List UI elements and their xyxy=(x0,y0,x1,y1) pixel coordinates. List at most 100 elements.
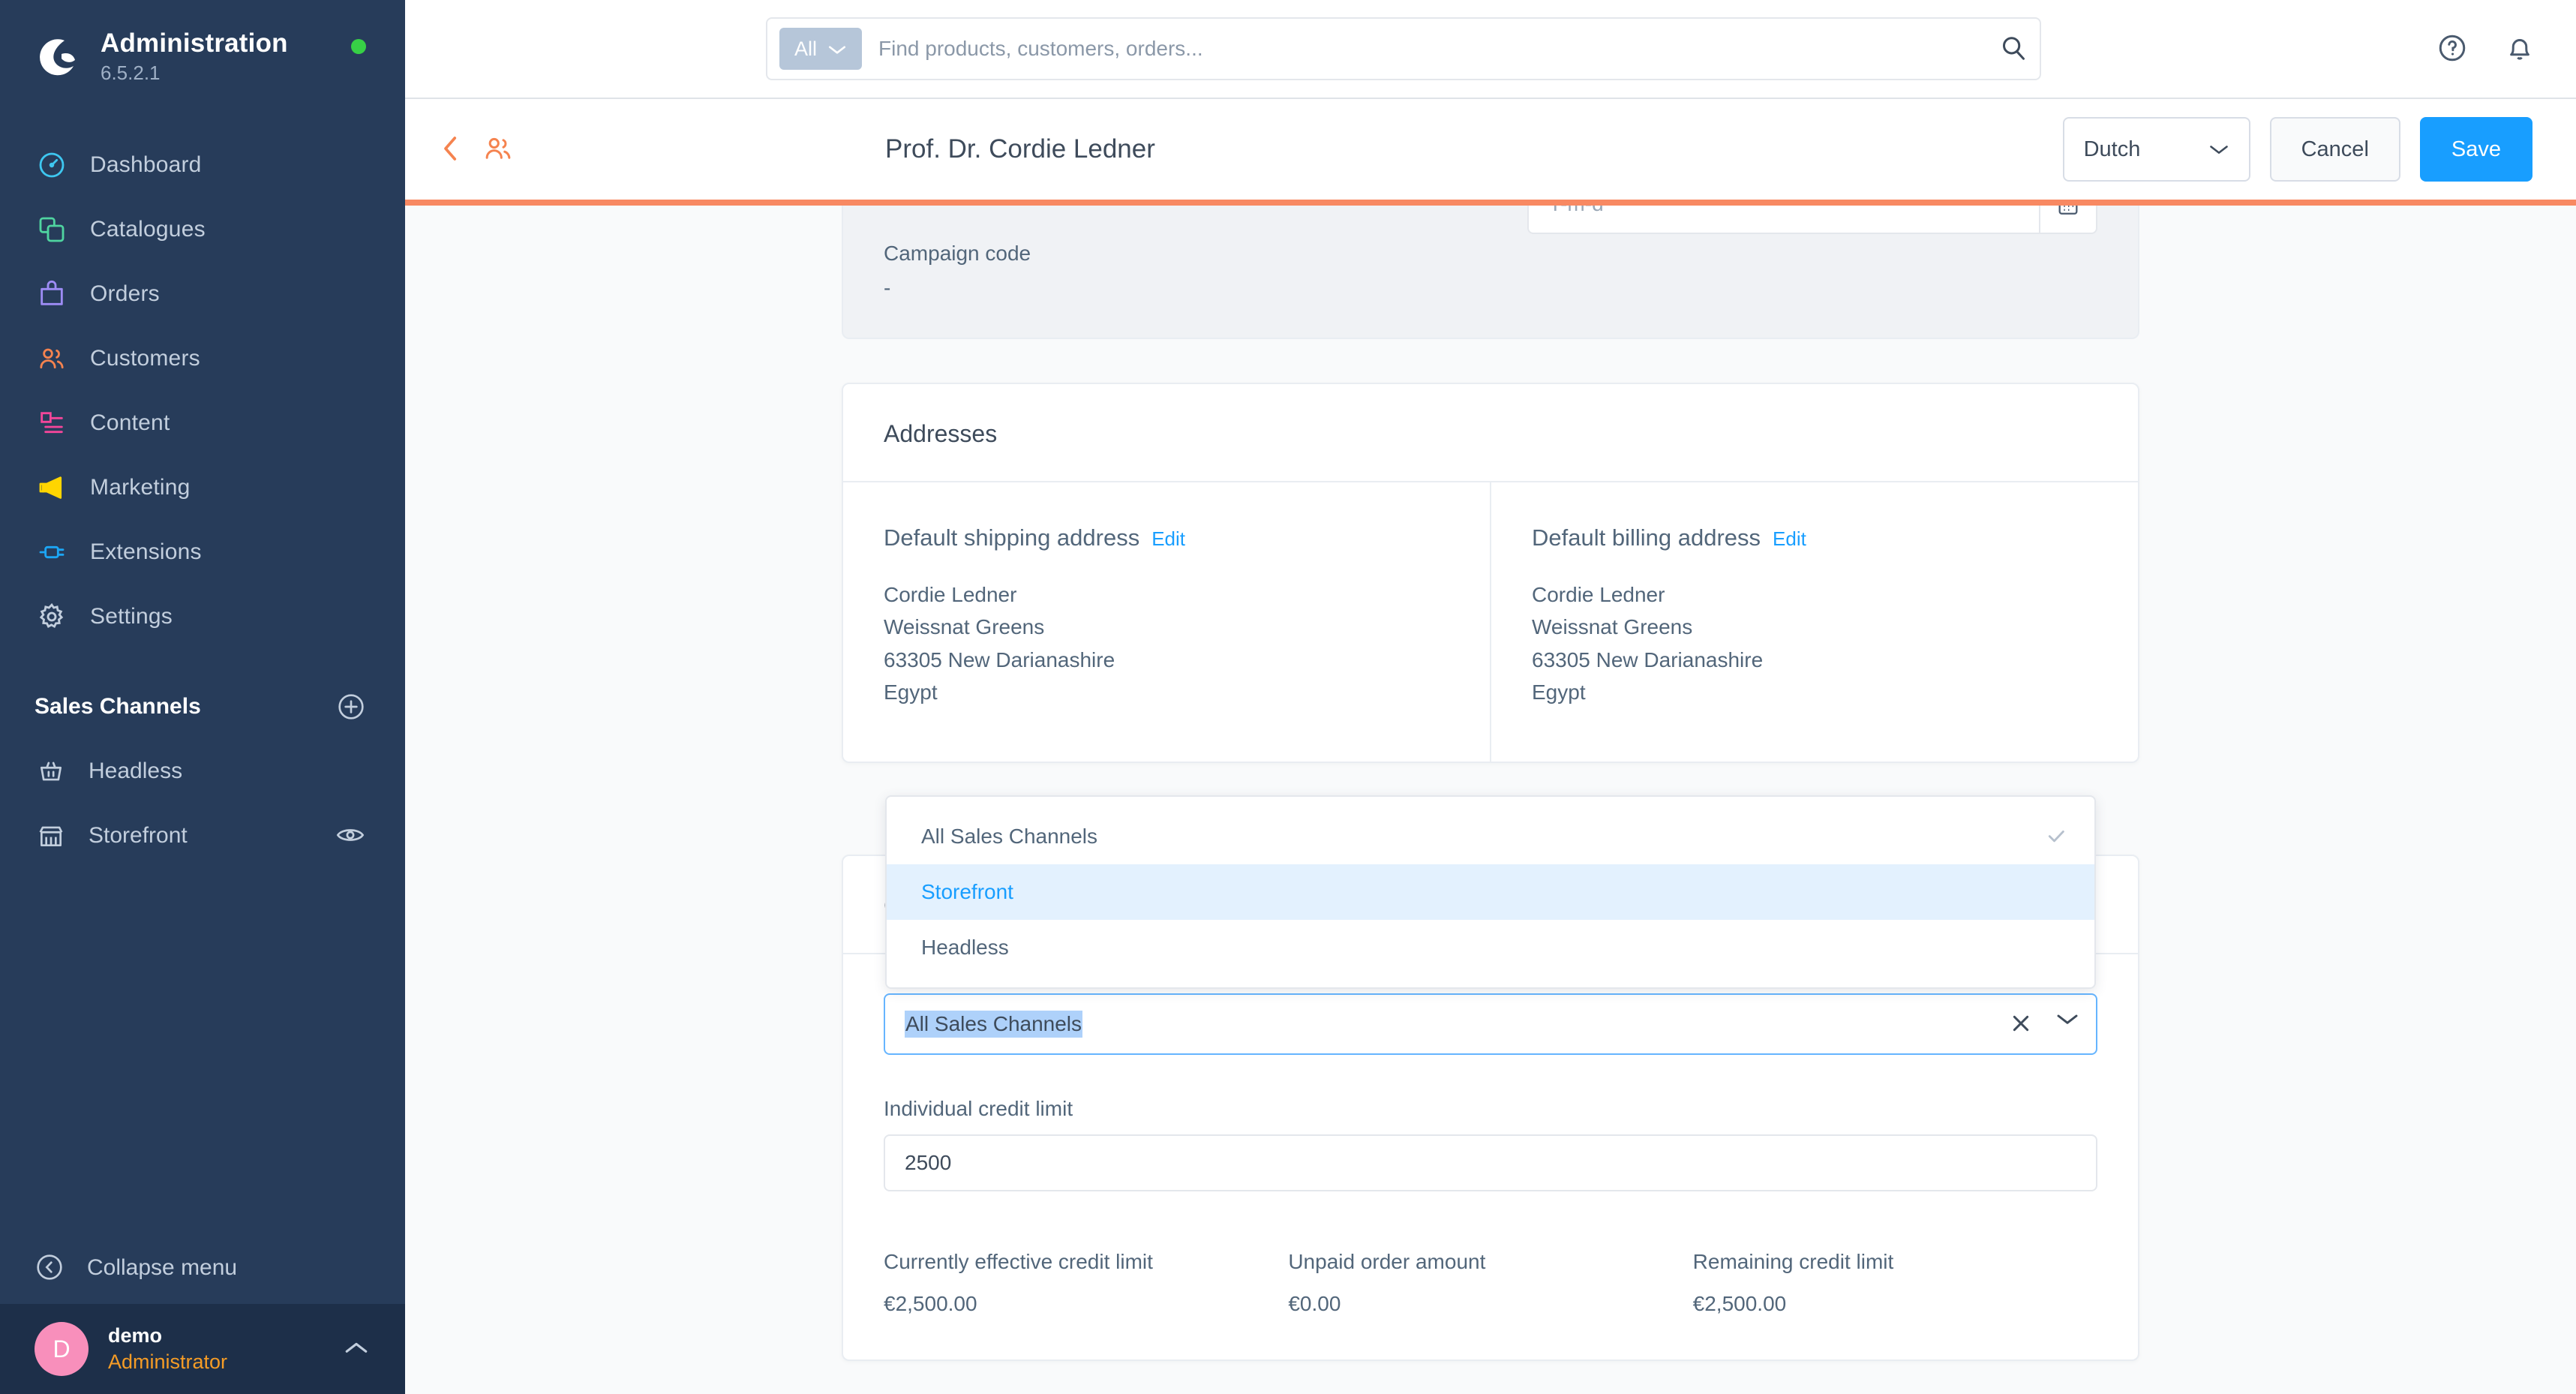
sidebar-item-marketing[interactable]: Marketing xyxy=(0,455,405,520)
shipping-address-lines: Cordie Ledner Weissnat Greens 63305 New … xyxy=(884,578,1449,709)
address-line: Cordie Ledner xyxy=(1532,583,1665,606)
plus-circle-icon[interactable] xyxy=(336,692,366,722)
cancel-button[interactable]: Cancel xyxy=(2269,117,2400,182)
content-icon xyxy=(35,406,69,440)
close-icon[interactable] xyxy=(2009,1011,2034,1037)
topbar: All xyxy=(405,0,2576,99)
stat-value: €2,500.00 xyxy=(1692,1291,1787,1315)
language-select[interactable]: Dutch xyxy=(2062,117,2250,182)
content-inner: Campaign code - Addresses Default shippi… xyxy=(842,206,2139,1394)
sidebar-item-orders[interactable]: Orders xyxy=(0,262,405,326)
sidebar-item-extensions[interactable]: Extensions xyxy=(0,520,405,584)
sidebar-item-settings[interactable]: Settings xyxy=(0,584,405,649)
billing-address-label: Default billing address xyxy=(1532,524,1761,551)
status-indicator-dot xyxy=(351,39,366,54)
content-scroll-area[interactable]: Campaign code - Addresses Default shippi… xyxy=(405,206,2576,1394)
bell-icon[interactable] xyxy=(2504,32,2537,65)
stat-label: Unpaid order amount xyxy=(1288,1249,1486,1273)
credit-stats: Currently effective credit limit €2,500.… xyxy=(884,1250,2097,1316)
search-icon[interactable] xyxy=(1999,34,2029,64)
collapse-menu-button[interactable]: Collapse menu xyxy=(0,1232,405,1304)
sidebar-item-catalogues[interactable]: Catalogues xyxy=(0,197,405,262)
extensions-icon xyxy=(35,535,69,569)
customers-icon xyxy=(482,133,518,166)
global-search: All xyxy=(766,17,2041,80)
sidebar-item-label: Content xyxy=(90,410,170,436)
dropdown-option-label: All Sales Channels xyxy=(921,824,1098,848)
shopware-logo-icon xyxy=(35,35,81,81)
loading-progress-bar xyxy=(405,200,2576,206)
sales-channel-select-value: All Sales Channels xyxy=(905,1010,1083,1038)
eye-icon[interactable] xyxy=(336,825,366,847)
catalogues-icon xyxy=(35,212,69,247)
dropdown-option-label: Headless xyxy=(921,935,1009,959)
addresses-card-title: Addresses xyxy=(884,420,998,447)
gear-icon xyxy=(35,599,69,634)
credit-limit-label: Individual credit limit xyxy=(884,1096,1073,1120)
customers-icon xyxy=(35,341,69,376)
sidebar-item-storefront[interactable]: Storefront xyxy=(0,804,405,868)
address-line: Cordie Ledner xyxy=(884,583,1017,606)
sidebar: Administration 6.5.2.1 Dashboard Catalog… xyxy=(0,0,405,1394)
billing-address-lines: Cordie Ledner Weissnat Greens 63305 New … xyxy=(1532,578,2097,709)
chevron-left-icon[interactable] xyxy=(435,133,468,166)
user-name: demo xyxy=(108,1323,163,1347)
sales-channels-header: Sales Channels xyxy=(0,674,405,739)
sidebar-item-headless[interactable]: Headless xyxy=(0,739,405,804)
addresses-grid: Default shipping address Edit Cordie Led… xyxy=(843,482,2138,762)
sidebar-item-label: Storefront xyxy=(89,823,188,849)
avatar: D xyxy=(35,1322,89,1376)
brand-header: Administration 6.5.2.1 xyxy=(0,0,405,86)
search-input[interactable] xyxy=(862,37,1999,61)
campaign-code-label: Campaign code xyxy=(884,242,1031,265)
main-navigation: Dashboard Catalogues Orders Customers Co… xyxy=(0,133,405,649)
help-circle-icon[interactable] xyxy=(2436,32,2469,65)
page-title: Prof. Dr. Cordie Ledner xyxy=(885,134,1155,164)
dropdown-option-label: Storefront xyxy=(921,879,1013,903)
collapse-menu-label: Collapse menu xyxy=(87,1255,238,1280)
chevron-down-icon xyxy=(2208,137,2229,162)
edit-shipping-address-link[interactable]: Edit xyxy=(1151,527,1185,551)
sidebar-item-dashboard[interactable]: Dashboard xyxy=(0,133,405,197)
sidebar-item-content[interactable]: Content xyxy=(0,391,405,455)
billing-address-block: Default billing address Edit Cordie Ledn… xyxy=(1490,482,2138,762)
chevron-down-icon[interactable] xyxy=(2055,1011,2081,1037)
stat-label: Remaining credit limit xyxy=(1692,1249,1894,1273)
stat-effective-credit-limit: Currently effective credit limit €2,500.… xyxy=(884,1250,1288,1316)
address-line: 63305 New Darianashire xyxy=(884,647,1115,671)
credit-limit-input[interactable] xyxy=(884,1134,2097,1191)
sidebar-item-customers[interactable]: Customers xyxy=(0,326,405,391)
basket-icon xyxy=(35,755,68,788)
search-wrapper: All xyxy=(405,17,2402,80)
brand-title: Administration xyxy=(101,29,288,58)
dashboard-icon xyxy=(35,148,69,182)
sales-channel-select[interactable]: All Sales Channels All Sales Channels St… xyxy=(884,795,2097,1055)
shipping-address-label: Default shipping address xyxy=(884,524,1140,551)
billing-address-heading: Default billing address Edit xyxy=(1532,524,2097,551)
edit-billing-address-link[interactable]: Edit xyxy=(1773,527,1806,551)
collapse-left-icon xyxy=(35,1252,66,1284)
dropdown-option-headless[interactable]: Headless xyxy=(887,920,2094,975)
stat-label: Currently effective credit limit xyxy=(884,1249,1153,1273)
calendar-icon[interactable] xyxy=(2039,206,2096,233)
date-input[interactable] xyxy=(1529,206,2039,216)
campaign-card: Campaign code - xyxy=(842,206,2139,339)
marketing-icon xyxy=(35,470,69,505)
dropdown-option-all-sales-channels[interactable]: All Sales Channels xyxy=(887,809,2094,864)
save-button[interactable]: Save xyxy=(2419,117,2532,182)
stat-value: €0.00 xyxy=(1288,1291,1341,1315)
sidebar-item-label: Headless xyxy=(89,759,183,784)
dropdown-option-storefront[interactable]: Storefront xyxy=(887,864,2094,920)
user-menu-button[interactable]: D demo Administrator xyxy=(0,1304,405,1394)
sidebar-item-label: Extensions xyxy=(90,539,202,565)
sales-channels-title: Sales Channels xyxy=(35,694,201,720)
chevron-up-icon xyxy=(344,1340,371,1358)
sales-channel-dropdown-menu: All Sales Channels Storefront Headless xyxy=(885,795,2096,989)
app-root: Administration 6.5.2.1 Dashboard Catalog… xyxy=(0,0,2576,1394)
sidebar-item-label: Catalogues xyxy=(90,217,206,242)
stat-remaining-credit-limit: Remaining credit limit €2,500.00 xyxy=(1693,1250,2097,1316)
addresses-card: Addresses Default shipping address Edit … xyxy=(842,383,2139,763)
search-scope-dropdown[interactable]: All xyxy=(779,28,863,70)
address-line: 63305 New Darianashire xyxy=(1532,647,1764,671)
